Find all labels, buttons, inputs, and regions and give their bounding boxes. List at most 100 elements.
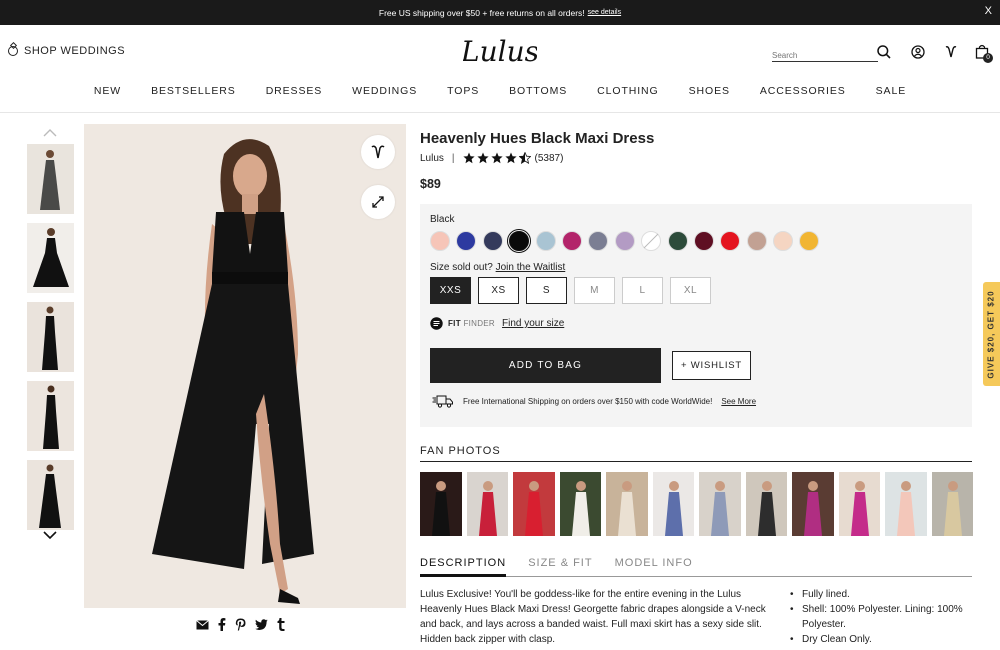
email-icon[interactable] [196, 619, 209, 630]
color-swatch-red[interactable] [720, 231, 741, 251]
fan-photo-image [466, 472, 508, 536]
nav-clothing[interactable]: CLOTHING [597, 85, 658, 97]
size-option-s[interactable]: S [526, 277, 567, 304]
product-details-list: Fully lined. Shell: 100% Polyester. Lini… [790, 587, 980, 647]
nav-weddings[interactable]: WEDDINGS [352, 85, 417, 97]
product-price: $89 [420, 177, 441, 191]
fan-photo-8[interactable] [745, 472, 787, 536]
fan-photo-12[interactable] [931, 472, 973, 536]
color-swatch-navy-print[interactable] [482, 231, 503, 251]
tab-model-info[interactable]: MODEL INFO [615, 557, 693, 577]
nav-accessories[interactable]: ACCESSORIES [760, 85, 846, 97]
color-swatch-magenta[interactable] [561, 231, 582, 251]
fan-photo-1[interactable] [420, 472, 462, 536]
color-swatch-mauve[interactable] [746, 231, 767, 251]
fan-photo-image [606, 472, 648, 536]
color-swatch-light-blue[interactable] [535, 231, 556, 251]
fit-finder-icon [430, 317, 443, 330]
wishlist-button[interactable]: + WISHLIST [672, 351, 751, 380]
join-waitlist-link[interactable]: Join the Waitlist [496, 262, 566, 273]
color-swatch-peach[interactable] [773, 231, 794, 251]
fit-finder-row: FIT FINDER Find your size [430, 317, 564, 330]
search-input[interactable] [772, 51, 878, 60]
size-option-l[interactable]: L [622, 277, 663, 304]
fan-photo-image [792, 472, 834, 536]
nav-dresses[interactable]: DRESSES [266, 85, 322, 97]
detail-item: Shell: 100% Polyester. Lining: 100% Poly… [790, 602, 980, 632]
color-swatch-wine[interactable] [693, 231, 714, 251]
thumbnail-5[interactable] [27, 460, 74, 530]
color-swatch-black[interactable] [507, 229, 532, 253]
brand-link[interactable]: Lulus [420, 153, 444, 164]
fan-photo-4[interactable] [559, 472, 601, 536]
fan-photo-7[interactable] [699, 472, 741, 536]
thumbnail-3[interactable] [27, 302, 74, 372]
facebook-icon[interactable] [218, 618, 226, 631]
size-option-xs[interactable]: XS [478, 277, 519, 304]
thumbnail-4[interactable] [27, 381, 74, 451]
add-to-bag-button[interactable]: ADD TO BAG [430, 348, 661, 383]
size-option-m[interactable]: M [574, 277, 615, 304]
thumbnails-down-arrow-icon[interactable] [43, 530, 57, 540]
fan-photo-image [745, 472, 787, 536]
fan-photo-9[interactable] [792, 472, 834, 536]
brand-rating-row: Lulus | (5387) [420, 152, 563, 164]
color-swatch-forest-green[interactable] [667, 231, 688, 251]
expand-image-button[interactable] [361, 185, 395, 219]
tab-description[interactable]: DESCRIPTION [420, 557, 507, 577]
color-swatch-mustard[interactable] [799, 231, 820, 251]
referral-promo-label: GIVE $20, GET $20 [987, 289, 996, 379]
product-description: Lulus Exclusive! You'll be goddess-like … [420, 589, 766, 645]
model-in-dress-image [84, 124, 406, 608]
see-more-link[interactable]: See More [721, 397, 756, 406]
referral-promo-tab[interactable]: GIVE $20, GET $20 [983, 282, 1000, 386]
fan-photo-image [885, 472, 927, 536]
tab-size-fit[interactable]: SIZE & FIT [528, 557, 592, 577]
color-swatch-blush[interactable] [430, 231, 450, 251]
thumbnail-image [27, 223, 74, 293]
product-detail-tabs: DESCRIPTION SIZE & FIT MODEL INFO [420, 557, 972, 577]
thumbnail-1[interactable] [27, 144, 74, 214]
see-details-link[interactable]: see details [588, 9, 621, 16]
review-count[interactable]: (5387) [535, 153, 564, 164]
nav-tops[interactable]: TOPS [447, 85, 479, 97]
nav-bottoms[interactable]: BOTTOMS [509, 85, 567, 97]
shipping-info: Free International Shipping on orders ov… [432, 395, 756, 408]
color-swatch-slate[interactable] [588, 231, 609, 251]
size-option-xl[interactable]: XL [670, 277, 711, 304]
color-swatch-white[interactable] [641, 231, 662, 251]
search-box [772, 45, 878, 62]
nav-new[interactable]: NEW [94, 85, 121, 97]
fan-photo-10[interactable] [838, 472, 880, 536]
fan-photo-3[interactable] [513, 472, 555, 536]
fan-photo-5[interactable] [606, 472, 648, 536]
search-icon[interactable] [877, 45, 891, 59]
size-sold-out-row: Size sold out? Join the Waitlist [430, 262, 565, 273]
close-banner-button[interactable]: X [985, 5, 992, 17]
add-to-wishlist-heart-button[interactable] [361, 135, 395, 169]
size-option-xxs[interactable]: XXS [430, 277, 471, 304]
nav-bestsellers[interactable]: BESTSELLERS [151, 85, 236, 97]
fan-photo-2[interactable] [466, 472, 508, 536]
shop-weddings-link[interactable]: SHOP WEDDINGS [8, 45, 125, 57]
star-rating[interactable] [462, 152, 531, 164]
nav-shoes[interactable]: SHOES [689, 85, 730, 97]
color-swatch-lavender[interactable] [614, 231, 635, 251]
thumbnail-image [27, 381, 74, 451]
find-your-size-link[interactable]: Find your size [502, 318, 564, 329]
fan-photo-11[interactable] [885, 472, 927, 536]
thumbnail-2[interactable] [27, 223, 74, 293]
thumbnails-up-arrow-icon[interactable] [43, 128, 57, 138]
promo-banner: Free US shipping over $50 + free returns… [0, 0, 1000, 25]
fan-photo-6[interactable] [652, 472, 694, 536]
twitter-icon[interactable] [255, 619, 268, 630]
pinterest-icon[interactable] [235, 618, 246, 631]
account-icon[interactable] [911, 45, 925, 59]
tumblr-icon[interactable] [277, 618, 285, 631]
star-icon [476, 152, 489, 164]
heart-wishlist-icon[interactable] [944, 45, 958, 59]
nav-sale[interactable]: SALE [876, 85, 906, 97]
lulus-logo[interactable]: Lulus [463, 33, 537, 73]
main-product-image[interactable] [84, 124, 406, 608]
color-swatch-royal-blue[interactable] [456, 231, 477, 251]
